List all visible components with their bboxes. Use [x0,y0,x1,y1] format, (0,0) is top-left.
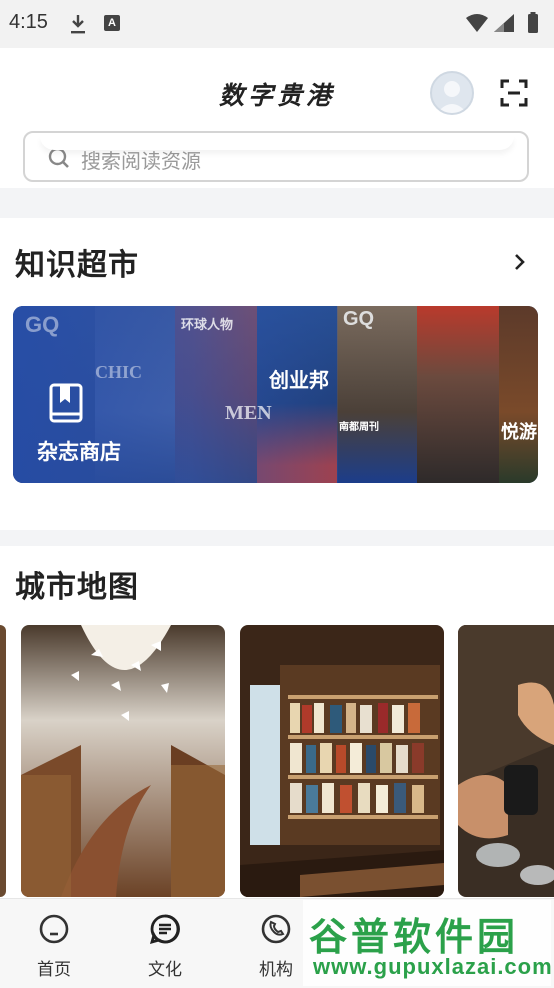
knowledge-market-title: 知识超市 [15,248,139,283]
header-bottom-edge [40,136,514,150]
city-map-card-library[interactable] [21,625,225,897]
magazine-word: 悦游 [501,422,537,442]
download-icon [71,15,85,34]
bookstore-photo [240,625,444,897]
magazine-word: GQ [25,312,60,337]
library-photo [21,625,225,897]
book-icon [49,383,83,423]
status-bar: 4:15 A [0,0,554,48]
user-avatar[interactable] [430,71,474,115]
institution-icon [261,914,291,944]
magazine-cover [499,306,538,483]
nav-label-institution: 机构 [259,960,293,980]
nav-item-home[interactable]: 首页 [24,913,84,980]
nav-label-culture: 文化 [148,960,182,980]
nav-item-culture[interactable]: 文化 [135,913,195,980]
cafe-photo [458,625,554,897]
home-icon [39,914,69,944]
nav-label-home: 首页 [37,960,71,980]
watermark-url: www.gupuxlazai.com [313,954,553,979]
magazine-store-banner[interactable]: GQ 环球人物 CHIC MEN 创业邦 GQ 南都周刊 悦游 杂志商店 [13,306,538,483]
magazine-word: GQ [343,308,375,330]
city-map-title: 城市地图 [15,570,139,605]
system-status-icons [466,12,538,33]
magazine-word: 创业邦 [269,370,329,392]
wifi-icon [466,14,488,32]
magazine-word: 南都周刊 [339,422,379,433]
chevron-right-icon[interactable] [510,250,530,274]
section-divider [0,188,554,218]
magazine-store-label: 杂志商店 [37,440,121,464]
battery-icon [528,14,538,33]
magazine-cover [417,306,499,483]
culture-icon [149,914,180,945]
city-map-card-partial[interactable] [0,625,6,897]
status-time: 4:15 [9,11,48,33]
magazine-cover [337,306,417,483]
city-map-card-cafe[interactable] [458,625,554,897]
magazine-word: CHIC [95,362,143,382]
section-divider [0,530,554,546]
magazine-word: MEN [225,402,272,424]
watermark-title: 谷普软件园 [309,915,520,959]
city-map-card-bookstore[interactable] [240,625,444,897]
notification-icon: A [104,15,120,31]
app-header: 数字贵港 搜索阅读资源 [0,48,554,188]
nav-item-institution[interactable]: 机构 [246,913,306,980]
watermark: 谷普软件园 www.gupuxlazai.com [303,900,553,986]
scan-icon[interactable] [500,79,528,107]
magazine-word: 环球人物 [181,317,234,332]
